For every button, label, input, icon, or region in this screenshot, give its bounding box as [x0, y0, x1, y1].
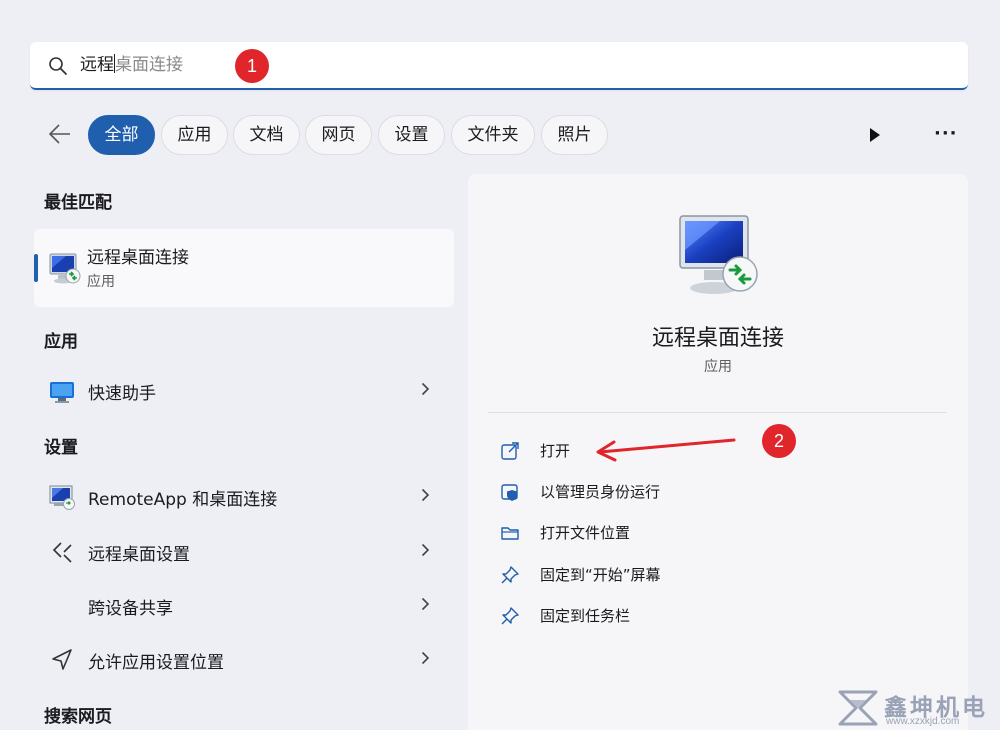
watermark: 鑫坤机电 www.xzxkjd.com [838, 688, 1000, 730]
search-box[interactable]: 远程桌面连接 [30, 42, 968, 90]
annotation-badge-1: 1 [235, 49, 269, 83]
search-input[interactable]: 远程桌面连接 [80, 54, 183, 76]
filter-chip-all[interactable]: 全部 [88, 115, 155, 155]
list-item-remote-desktop-settings[interactable]: 远程桌面设置 [44, 531, 444, 571]
admin-shield-icon [501, 484, 518, 501]
divider [488, 412, 946, 413]
watermark-url: www.xzxkjd.com [886, 716, 960, 727]
pin-icon [501, 607, 519, 625]
best-match-item[interactable]: 远程桌面连接 应用 [34, 229, 454, 307]
location-icon [52, 649, 72, 670]
chevron-right-icon[interactable] [421, 651, 430, 665]
filter-chip-web[interactable]: 网页 [305, 115, 372, 155]
best-match-title: 远程桌面连接 [87, 248, 189, 268]
chevron-right-icon[interactable] [421, 488, 430, 502]
filter-chip-photos[interactable]: 照片 [541, 115, 608, 155]
quick-assist-icon [50, 382, 74, 403]
annotation-badge-2: 2 [762, 424, 796, 458]
open-external-icon [501, 442, 519, 460]
chevron-right-icon[interactable] [421, 543, 430, 557]
pin-icon [501, 566, 519, 584]
filter-chip-documents[interactable]: 文档 [233, 115, 300, 155]
section-title-apps: 应用 [44, 332, 78, 352]
action-open-file-location[interactable]: 打开文件位置 [500, 518, 800, 548]
selection-indicator [34, 254, 38, 282]
action-label: 固定到任务栏 [540, 607, 631, 625]
chevron-right-icon[interactable] [421, 382, 430, 396]
action-run-as-admin[interactable]: 以管理员身份运行 [500, 477, 800, 507]
action-label: 以管理员身份运行 [540, 483, 661, 501]
action-label: 打开文件位置 [540, 524, 631, 542]
back-arrow-icon[interactable] [48, 123, 72, 145]
action-label: 打开 [540, 442, 571, 460]
search-typed-text: 远程 [80, 55, 114, 75]
filter-chip-settings[interactable]: 设置 [378, 115, 445, 155]
section-title-best-match: 最佳匹配 [44, 193, 112, 213]
list-item-label: 快速助手 [88, 384, 156, 404]
action-label: 固定到“开始”屏幕 [540, 566, 661, 584]
search-suggestion-text: 桌面连接 [115, 55, 183, 75]
more-options-icon[interactable]: ··· [934, 125, 958, 143]
section-title-settings: 设置 [44, 438, 78, 458]
watermark-logo-icon [838, 690, 878, 726]
detail-subtitle: 应用 [704, 359, 732, 375]
play-icon[interactable] [869, 127, 881, 143]
search-icon [49, 57, 67, 75]
action-pin-to-start[interactable]: 固定到“开始”屏幕 [500, 560, 800, 590]
section-title-web-search: 搜索网页 [44, 707, 112, 727]
remote-settings-icon [52, 542, 72, 563]
remote-desktop-large-icon [679, 215, 758, 294]
best-match-subtitle: 应用 [87, 274, 115, 290]
remoteapp-icon [49, 485, 75, 510]
detail-title: 远程桌面连接 [651, 326, 784, 351]
annotation-arrow [596, 438, 736, 462]
list-item-label: RemoteApp 和桌面连接 [88, 490, 278, 510]
action-pin-to-taskbar[interactable]: 固定到任务栏 [500, 601, 800, 631]
list-item-quick-assist[interactable]: 快速助手 [44, 370, 444, 410]
list-item-label: 允许应用设置位置 [88, 653, 224, 673]
filter-chip-apps[interactable]: 应用 [161, 115, 228, 155]
list-item-location-settings[interactable]: 允许应用设置位置 [44, 639, 444, 679]
filter-bar: 全部 应用 文档 网页 设置 文件夹 照片 ··· [40, 113, 970, 157]
list-item-label: 跨设备共享 [88, 599, 173, 619]
list-item-label: 远程桌面设置 [88, 545, 190, 565]
folder-icon [501, 527, 519, 540]
filter-chip-folders[interactable]: 文件夹 [451, 115, 535, 155]
list-item-remoteapp[interactable]: RemoteApp 和桌面连接 [44, 476, 444, 516]
remote-desktop-icon [49, 253, 81, 284]
chevron-right-icon[interactable] [421, 597, 430, 611]
list-item-cross-device-sharing[interactable]: 跨设备共享 [44, 585, 444, 625]
